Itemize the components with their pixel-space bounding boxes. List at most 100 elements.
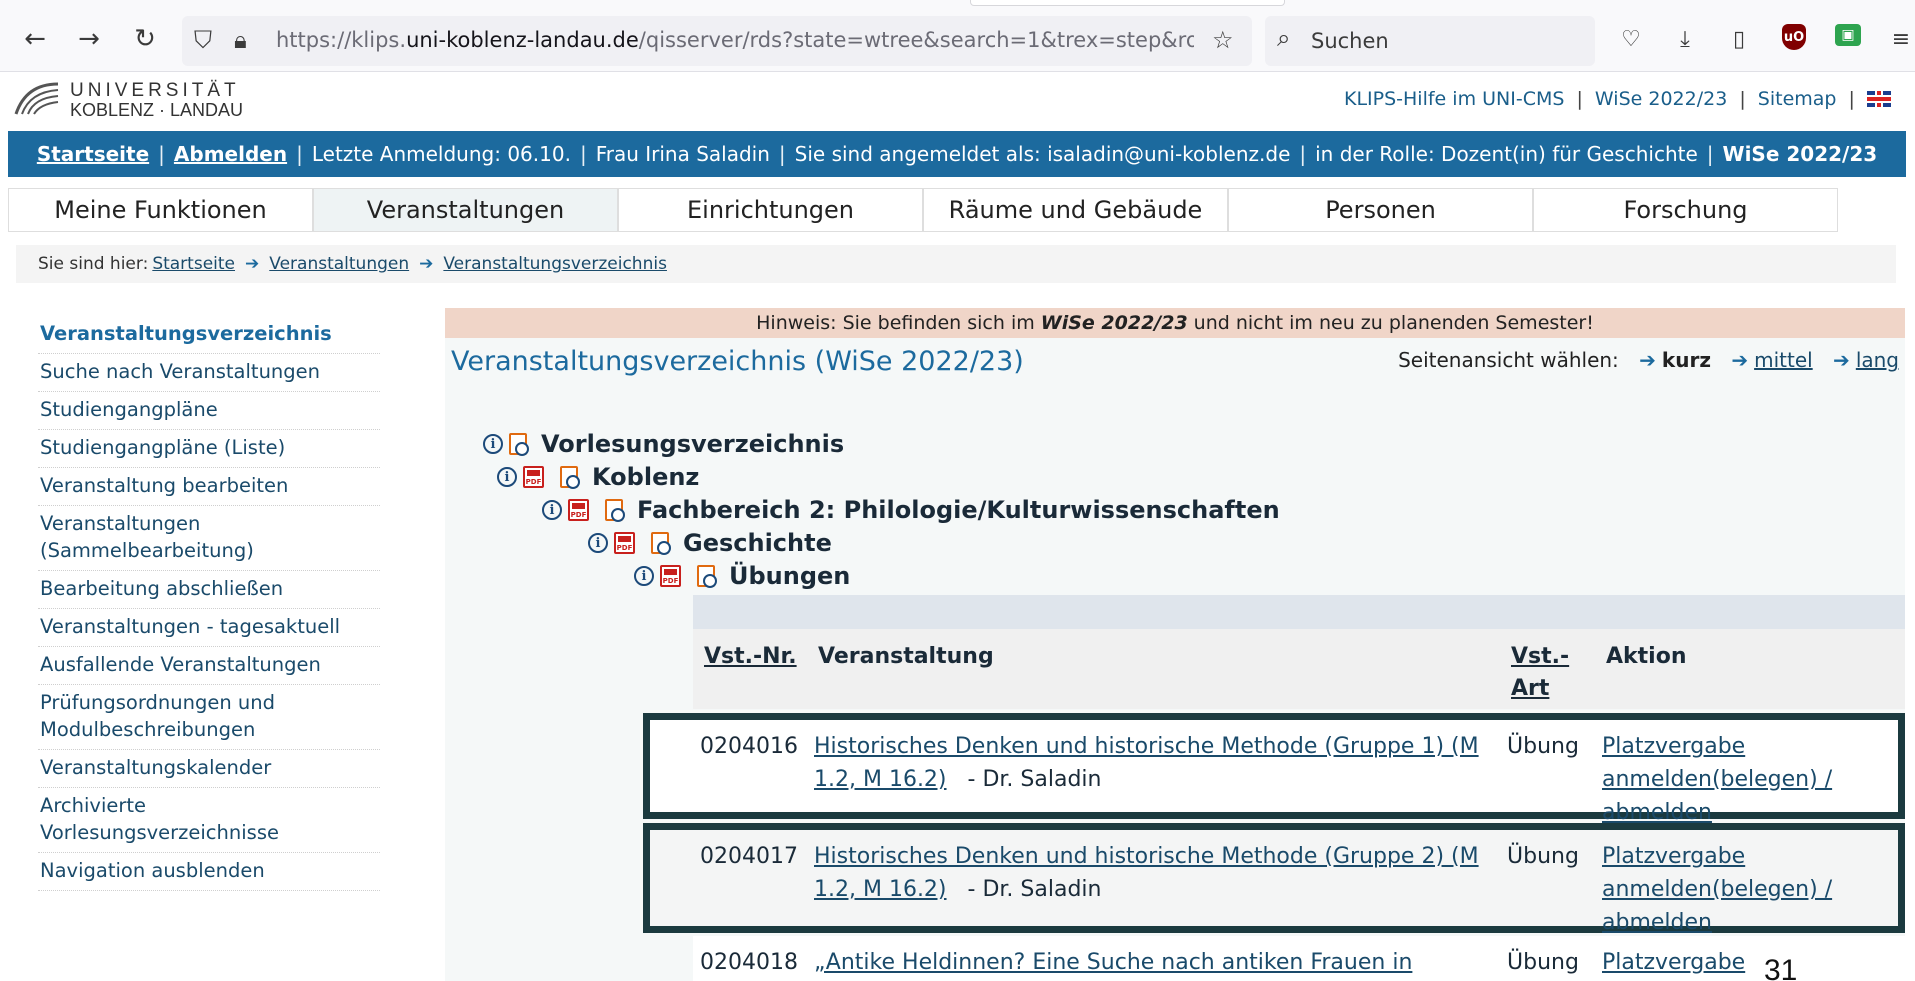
separator: | bbox=[1848, 88, 1855, 110]
platzvergabe-link[interactable]: Platzvergabe bbox=[1602, 844, 1745, 869]
sidebar-item-suche[interactable]: Suche nach Veranstaltungen bbox=[38, 354, 380, 392]
sidebar-item-veranstaltung-bearbeiten[interactable]: Veranstaltung bearbeiten bbox=[38, 468, 380, 506]
download-icon[interactable]: ⤓ bbox=[1670, 24, 1700, 54]
action-cell: Platzvergabe anmelden(belegen) / abmelde… bbox=[1602, 840, 1832, 939]
abmelden-link[interactable]: abmelden bbox=[1602, 800, 1712, 825]
course-type: Übung bbox=[1507, 844, 1579, 869]
semester-link[interactable]: WiSe 2022/23 bbox=[1595, 88, 1727, 110]
document-icon[interactable] bbox=[697, 565, 717, 588]
tab-forschung[interactable]: Forschung bbox=[1533, 188, 1838, 232]
lock-icon[interactable]: 🔒︎ bbox=[234, 26, 247, 54]
platzvergabe-link[interactable]: Platzvergabe bbox=[1602, 950, 1745, 975]
document-icon[interactable] bbox=[605, 499, 625, 522]
tree-label[interactable]: Fachbereich 2: Philologie/Kulturwissensc… bbox=[637, 496, 1280, 524]
url-text[interactable]: https://klips.uni-koblenz-landau.de/qiss… bbox=[276, 28, 1194, 52]
tab-einrichtungen[interactable]: Einrichtungen bbox=[618, 188, 923, 232]
sidebar-item-sammelbearbeitung[interactable]: Veranstaltungen (Sammelbearbeitung) bbox=[38, 506, 380, 571]
separator: | bbox=[579, 142, 587, 166]
anmelden-link[interactable]: anmelden(belegen) / bbox=[1602, 767, 1832, 792]
ublock-icon[interactable]: uO bbox=[1782, 24, 1806, 50]
course-title-link[interactable]: Historisches Denken und historische Meth… bbox=[814, 734, 1479, 759]
info-icon[interactable]: i bbox=[497, 467, 517, 487]
sitemap-link[interactable]: Sitemap bbox=[1758, 88, 1837, 110]
info-icon[interactable]: i bbox=[588, 533, 608, 553]
bookmark-star-icon[interactable]: ☆ bbox=[1212, 26, 1234, 54]
university-logo[interactable]: UNIVERSITÄT KOBLENZ · LANDAU bbox=[12, 78, 272, 122]
shield-icon[interactable]: ⛉ bbox=[194, 26, 212, 54]
semester-indicator[interactable]: WiSe 2022/23 bbox=[1723, 142, 1878, 166]
tree-label[interactable]: Geschichte bbox=[683, 529, 832, 557]
sidebar-item-tagesaktuell[interactable]: Veranstaltungen - tagesaktuell bbox=[38, 609, 380, 647]
sidebar-item-ausfallende[interactable]: Ausfallende Veranstaltungen bbox=[38, 647, 380, 685]
sidebar-icon[interactable]: ▯ bbox=[1724, 24, 1754, 54]
logout-link[interactable]: Abmelden bbox=[174, 142, 287, 166]
view-lang[interactable]: lang bbox=[1856, 348, 1899, 372]
help-link[interactable]: KLIPS-Hilfe im UNI-CMS bbox=[1344, 88, 1564, 110]
english-flag-icon[interactable] bbox=[1867, 91, 1891, 107]
pocket-icon[interactable]: ♡ bbox=[1616, 24, 1646, 54]
course-title-link-cont[interactable]: 1.2, M 16.2) bbox=[814, 877, 947, 902]
tree-node-uebungen: i PDF Übungen bbox=[634, 562, 850, 590]
arrow-right-icon: ➔ bbox=[1639, 348, 1656, 372]
arrow-right-icon: ➔ bbox=[1731, 348, 1749, 372]
arrow-right-icon: ➔ bbox=[1833, 348, 1850, 372]
tree-label[interactable]: Übungen bbox=[729, 562, 850, 590]
document-icon[interactable] bbox=[560, 466, 580, 489]
view-kurz[interactable]: kurz bbox=[1662, 348, 1711, 372]
header-vst-art-line1: Vst.- bbox=[1511, 644, 1570, 669]
tab-personen[interactable]: Personen bbox=[1228, 188, 1533, 232]
sidebar-item-pruefungsordnungen[interactable]: Prüfungsordnungen und Modulbeschreibunge… bbox=[38, 685, 380, 750]
course-title-link-cont[interactable]: 1.2, M 16.2) bbox=[814, 767, 947, 792]
tree-label[interactable]: Vorlesungsverzeichnis bbox=[541, 430, 844, 458]
sidebar-item-veranstaltungsverzeichnis[interactable]: Veranstaltungsverzeichnis bbox=[38, 316, 380, 354]
sidebar-item-archivierte[interactable]: Archivierte Vorlesungsverzeichnisse bbox=[38, 788, 380, 853]
course-title-cell: Historisches Denken und historische Meth… bbox=[814, 730, 1494, 796]
menu-icon[interactable]: ≡ bbox=[1886, 24, 1915, 54]
course-number: 0204017 bbox=[700, 844, 798, 869]
anmelden-link[interactable]: anmelden(belegen) / bbox=[1602, 877, 1832, 902]
breadcrumb-startseite[interactable]: Startseite bbox=[152, 254, 235, 274]
info-icon[interactable]: i bbox=[483, 434, 503, 454]
search-icon: ⌕ bbox=[1277, 24, 1291, 52]
info-icon[interactable]: i bbox=[542, 500, 562, 520]
search-input[interactable]: ⌕ Suchen bbox=[1265, 16, 1595, 66]
url-bar[interactable]: ⛉ 🔒︎ https://klips.uni-koblenz-landau.de… bbox=[182, 16, 1252, 66]
tab-raeume-gebaeude[interactable]: Räume und Gebäude bbox=[923, 188, 1228, 232]
tab-veranstaltungen[interactable]: Veranstaltungen bbox=[313, 188, 618, 232]
platzvergabe-link[interactable]: Platzvergabe bbox=[1602, 734, 1745, 759]
tree-label[interactable]: Koblenz bbox=[592, 463, 699, 491]
reload-icon[interactable]: ↻ bbox=[128, 22, 162, 56]
sidebar-item-studiengangplaene[interactable]: Studiengangpläne bbox=[38, 392, 380, 430]
view-mittel[interactable]: mittel bbox=[1754, 348, 1813, 372]
breadcrumb-veranstaltungen[interactable]: Veranstaltungen bbox=[269, 254, 409, 274]
course-title-link[interactable]: „Antike Heldinnen? Eine Suche nach antik… bbox=[814, 950, 1412, 975]
header-vst-art[interactable]: Vst.- Art bbox=[1511, 641, 1569, 705]
pdf-icon[interactable]: PDF bbox=[660, 565, 681, 587]
separator: | bbox=[1706, 142, 1714, 166]
header-vst-nr[interactable]: Vst.-Nr. bbox=[704, 641, 797, 673]
course-title-link[interactable]: Historisches Denken und historische Meth… bbox=[814, 844, 1479, 869]
breadcrumb-veranstaltungsverzeichnis[interactable]: Veranstaltungsverzeichnis bbox=[443, 254, 667, 274]
main-navigation: Meine Funktionen Veranstaltungen Einrich… bbox=[8, 188, 1838, 232]
breadcrumb: Sie sind hier: Startseite ➔ Veranstaltun… bbox=[16, 245, 1896, 283]
extension-icon[interactable]: ▣ bbox=[1835, 24, 1861, 46]
sidebar-item-navigation-ausblenden[interactable]: Navigation ausblenden bbox=[38, 853, 380, 891]
forward-icon[interactable]: → bbox=[72, 22, 106, 56]
sidebar-item-studiengangplaene-liste[interactable]: Studiengangpläne (Liste) bbox=[38, 430, 380, 468]
pdf-icon[interactable]: PDF bbox=[523, 466, 544, 488]
view-selector: Seitenansicht wählen: ➔ kurz ➔ mittel ➔ lan… bbox=[1398, 348, 1899, 372]
back-icon[interactable]: ← bbox=[18, 22, 52, 56]
home-link[interactable]: Startseite bbox=[37, 142, 149, 166]
document-icon[interactable] bbox=[509, 433, 529, 456]
sidebar-item-kalender[interactable]: Veranstaltungskalender bbox=[38, 750, 380, 788]
tab-meine-funktionen[interactable]: Meine Funktionen bbox=[8, 188, 313, 232]
sidebar-item-bearbeitung-abschliessen[interactable]: Bearbeitung abschließen bbox=[38, 571, 380, 609]
document-icon[interactable] bbox=[651, 532, 671, 555]
abmelden-link[interactable]: abmelden bbox=[1602, 910, 1712, 935]
pdf-icon[interactable]: PDF bbox=[614, 532, 635, 554]
semester-notice: Hinweis: Sie befinden sich im WiSe 2022/… bbox=[445, 308, 1905, 338]
info-icon[interactable]: i bbox=[634, 566, 654, 586]
tree-node-fachbereich: i PDF Fachbereich 2: Philologie/Kulturwi… bbox=[542, 496, 1280, 524]
pdf-icon[interactable]: PDF bbox=[568, 499, 589, 521]
header-aktion: Aktion bbox=[1606, 644, 1687, 669]
